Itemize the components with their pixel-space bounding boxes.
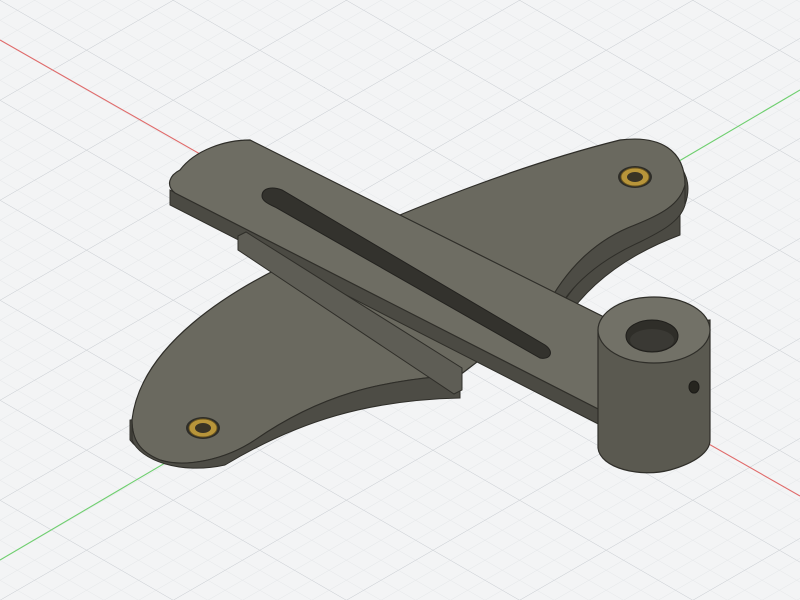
boss-hole-inner: [630, 329, 674, 351]
viewport-canvas[interactable]: [0, 0, 800, 600]
3d-viewport[interactable]: [0, 0, 800, 600]
boss-side-hole: [688, 380, 700, 394]
threaded-insert-left: [186, 417, 220, 439]
threaded-insert-right: [618, 166, 652, 188]
